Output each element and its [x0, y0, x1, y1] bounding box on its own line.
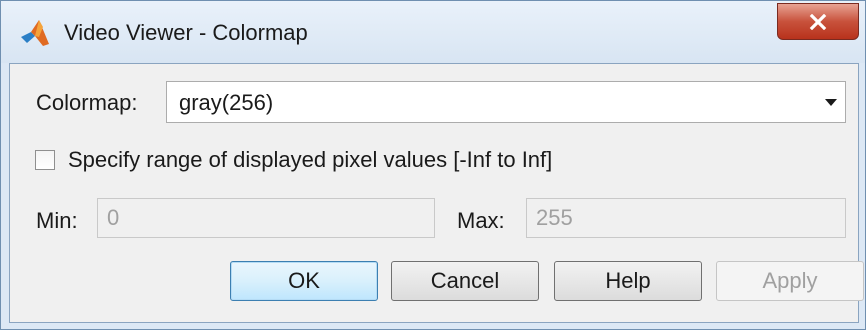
close-icon — [809, 13, 827, 30]
min-label: Min: — [36, 208, 78, 233]
min-field[interactable]: 0 — [97, 198, 435, 238]
dialog-body: Colormap: gray(256) Specify range of dis… — [9, 63, 864, 323]
close-button[interactable] — [777, 3, 859, 40]
max-label: Max: — [457, 208, 505, 233]
ok-button[interactable]: OK — [230, 261, 378, 301]
matlab-logo-icon — [21, 20, 49, 46]
cancel-button[interactable]: Cancel — [391, 261, 539, 301]
colormap-selected-value: gray(256) — [179, 90, 274, 115]
apply-button[interactable]: Apply — [716, 261, 864, 301]
help-button[interactable]: Help — [554, 261, 702, 301]
chevron-down-icon[interactable] — [825, 99, 837, 106]
title-bar[interactable]: Video Viewer - Colormap — [1, 1, 865, 63]
range-checkbox[interactable] — [35, 150, 55, 170]
window-title: Video Viewer - Colormap — [64, 20, 308, 45]
colormap-dialog: Video Viewer - Colormap Colormap: gray(2… — [0, 0, 866, 330]
max-field[interactable]: 255 — [526, 198, 846, 238]
range-checkbox-label[interactable]: Specify range of displayed pixel values … — [68, 147, 552, 173]
colormap-dropdown[interactable]: gray(256) — [166, 81, 846, 123]
colormap-label: Colormap: — [36, 90, 138, 115]
